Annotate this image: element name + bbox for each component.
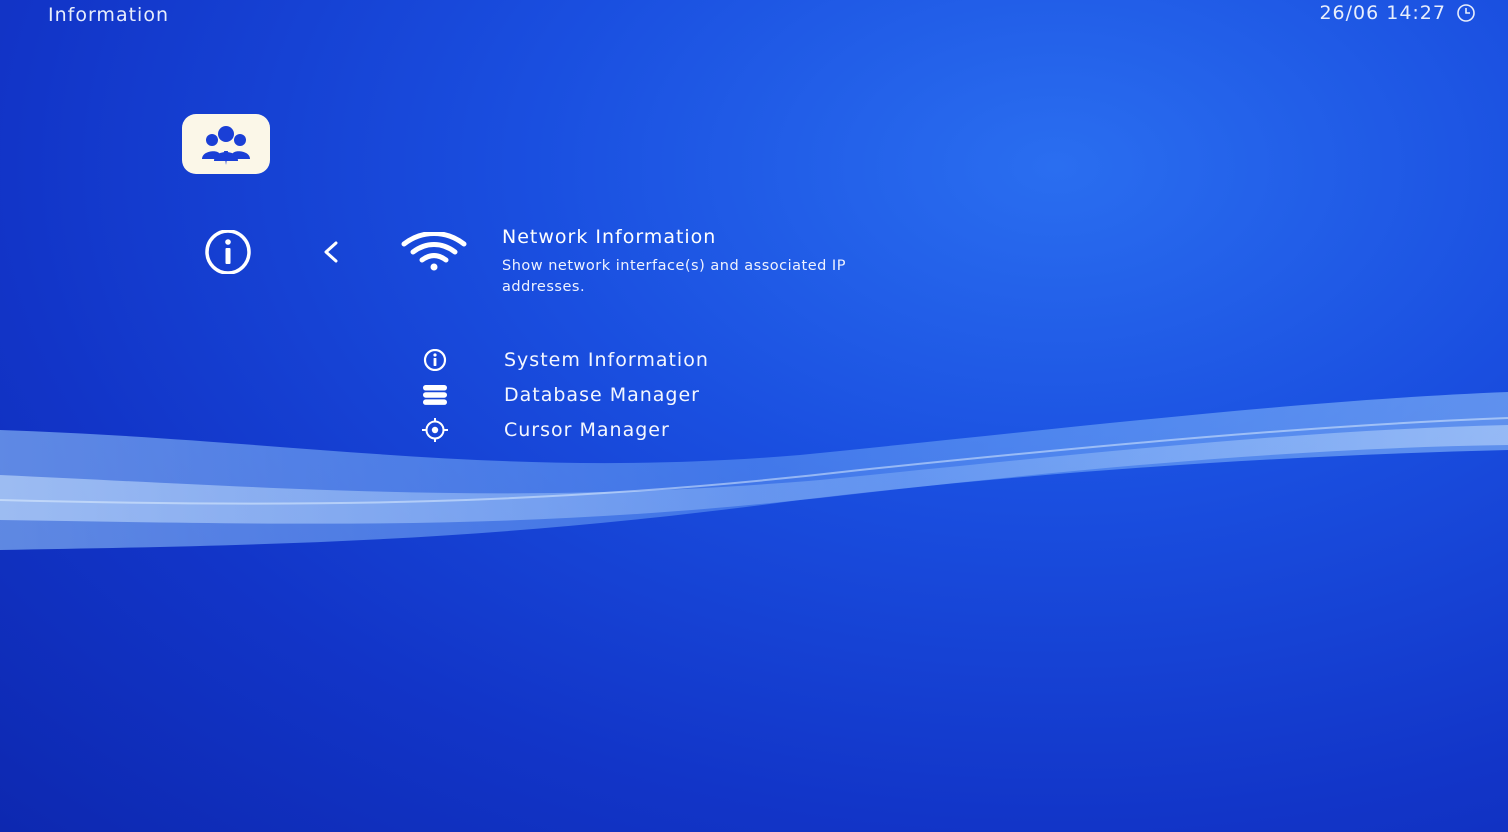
selected-item-title: Network Information <box>502 226 717 248</box>
menu-item-cursor-manager[interactable]: Cursor Manager <box>420 412 709 447</box>
category-info-button[interactable] <box>200 230 256 274</box>
datetime-text: 26/06 14:27 <box>1319 2 1446 24</box>
menu-item-label: Database Manager <box>504 383 700 406</box>
users-group-icon <box>202 126 250 165</box>
chevron-left-icon <box>324 241 338 263</box>
clock-icon <box>1457 4 1475 22</box>
wifi-icon <box>401 232 467 271</box>
target-icon <box>420 415 450 445</box>
menu-item-database-manager[interactable]: Database Manager <box>420 377 709 412</box>
back-button[interactable] <box>316 236 346 268</box>
info-circle-icon <box>420 345 450 375</box>
menu-item-system-information[interactable]: System Information <box>420 342 709 377</box>
info-circle-icon <box>205 230 251 274</box>
app-badge <box>182 114 270 174</box>
menu-item-label: System Information <box>504 348 709 371</box>
menu-list: System Information Database Manager Curs… <box>420 342 709 447</box>
selected-menu-item[interactable]: Network Information Show network interfa… <box>502 226 932 298</box>
status-clock: 26/06 14:27 <box>1319 2 1476 24</box>
database-icon <box>420 380 450 410</box>
selected-item-description: Show network interface(s) and associated… <box>502 258 846 295</box>
menu-item-label: Cursor Manager <box>504 418 670 441</box>
page-title: Information <box>48 4 169 26</box>
